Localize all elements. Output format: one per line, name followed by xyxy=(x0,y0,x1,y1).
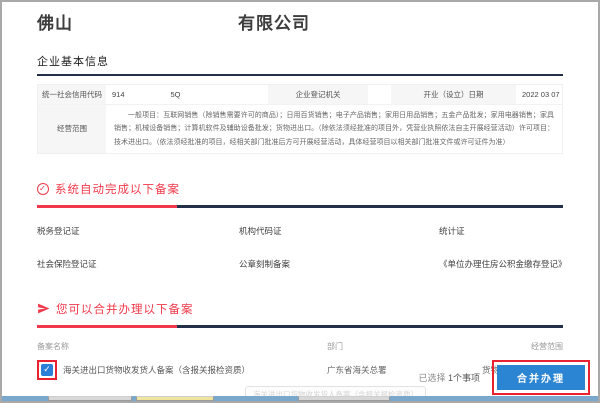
merge-filings-section-header: 您可以合并办理以下备案 xyxy=(37,301,563,317)
column-header-scope: 经营范围 xyxy=(482,341,563,352)
company-name-suffix: 有限公司 xyxy=(238,14,310,33)
page-title: 佛山 有限公司 xyxy=(37,12,563,36)
send-icon xyxy=(37,302,50,315)
registry-label: 企业登记机关 xyxy=(268,85,368,104)
horizontal-scrollbar[interactable] xyxy=(2,396,598,401)
footer-bar: 已选择 1个事项 合并办理 xyxy=(418,360,590,395)
table-row: 经营范围 一般项目：互联网销售（除销售需要许可的商品）；日用百货销售；电子产品销… xyxy=(38,105,562,153)
auto-filings-list: 税务登记证 机构代码证 统计证 社会保险登记证 公章刻制备案 《单位办理住房公积… xyxy=(37,225,563,270)
filing-name: 海关进出口货物收发货人备案（含报关报检资质） xyxy=(63,364,250,376)
basic-info-section-title: 企业基本信息 xyxy=(37,53,563,69)
section-divider xyxy=(37,205,563,208)
business-scope-label: 经营范围 xyxy=(38,105,106,153)
table-row: 统一社会信用代码 9145Q 企业登记机关 开业（设立）日期 2022 03 0… xyxy=(38,85,562,105)
list-item: 统计证 xyxy=(439,225,563,237)
open-date-value: 2022 03 07 xyxy=(516,85,562,104)
credit-code-value: 9145Q xyxy=(106,85,268,104)
credit-code-label: 统一社会信用代码 xyxy=(38,85,106,104)
list-item: 社会保险登记证 xyxy=(37,258,239,270)
selected-count-text: 已选择 1个事项 xyxy=(418,371,480,384)
basic-info-table: 统一社会信用代码 9145Q 企业登记机关 开业（设立）日期 2022 03 0… xyxy=(37,84,563,154)
column-header-department: 部门 xyxy=(327,341,482,352)
scrollbar-thumb[interactable] xyxy=(48,396,132,401)
open-date-label: 开业（设立）日期 xyxy=(391,85,516,104)
business-scope-value: 一般项目：互联网销售（除销售需要许可的商品）；日用百货销售；电子产品销售；家用日… xyxy=(106,105,562,153)
auto-filings-title: 系统自动完成以下备案 xyxy=(55,181,180,197)
list-item: 税务登记证 xyxy=(37,225,239,237)
list-item: 公章刻制备案 xyxy=(239,258,439,270)
check-circle-icon xyxy=(37,183,49,195)
merge-filings-title: 您可以合并办理以下备案 xyxy=(56,301,194,317)
section-divider xyxy=(37,325,563,328)
scrollbar-thumb[interactable] xyxy=(298,396,390,401)
registry-value xyxy=(368,85,391,104)
selected-count: 1个事项 xyxy=(448,373,480,383)
scrollbar-segment-highlight[interactable] xyxy=(136,396,214,401)
merge-table-header: 备案名称 部门 经营范围 xyxy=(37,341,563,352)
section-divider xyxy=(37,74,563,76)
column-header-name: 备案名称 xyxy=(37,341,327,352)
app-window: 佛山 有限公司 企业基本信息 统一社会信用代码 9145Q 企业登记机关 开业（设… xyxy=(0,0,600,403)
annotation-highlight-checkbox xyxy=(37,360,57,380)
auto-filings-section-header: 系统自动完成以下备案 xyxy=(37,181,563,197)
filing-checkbox-checked-icon[interactable] xyxy=(41,364,53,376)
merge-process-button[interactable]: 合并办理 xyxy=(497,365,585,390)
list-item: 机构代码证 xyxy=(239,225,439,237)
annotation-highlight-button: 合并办理 xyxy=(492,360,590,395)
list-item: 《单位办理住房公积金缴存登记》 xyxy=(439,258,563,270)
filing-name-cell: 海关进出口货物收发货人备案（含报关报检资质） xyxy=(37,360,327,380)
company-name-prefix: 佛山 xyxy=(37,14,73,33)
